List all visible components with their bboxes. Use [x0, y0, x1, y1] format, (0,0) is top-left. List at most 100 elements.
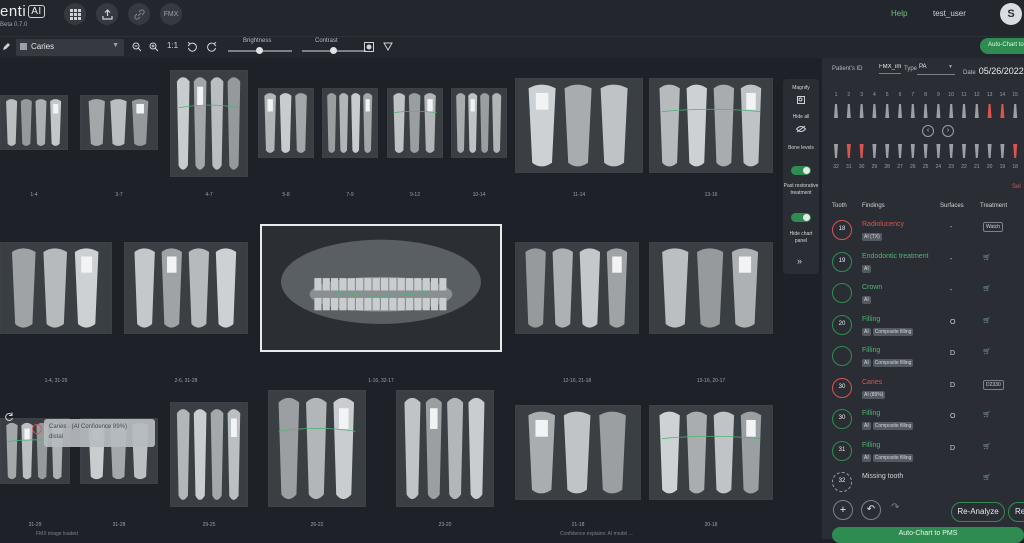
select-link[interactable]: Sel: [1012, 184, 1021, 190]
tooth-number[interactable]: 15: [1009, 92, 1021, 98]
xray-image[interactable]: [387, 88, 443, 158]
brightness-knob[interactable]: [256, 47, 263, 54]
treatment-code[interactable]: D2330: [983, 379, 1004, 390]
tooth-circle[interactable]: 31: [832, 440, 852, 461]
reanalyze-button[interactable]: Re-Analyze: [951, 502, 1005, 522]
finding-filter-select[interactable]: Caries ▼: [16, 39, 124, 56]
treatment-cart-icon[interactable]: 🛒: [983, 443, 990, 450]
lower-teeth-diagram[interactable]: [830, 140, 1024, 160]
redo-icon[interactable]: ↷: [891, 502, 899, 513]
tooth-number[interactable]: 1: [830, 92, 842, 98]
treatment-cart-icon[interactable]: 🛒: [983, 285, 990, 292]
tooth-number[interactable]: 13: [984, 92, 996, 98]
zoom-reset-button[interactable]: 1:1: [167, 41, 178, 50]
next-arch-button[interactable]: ›: [942, 125, 954, 137]
fmx-button[interactable]: FMX: [160, 3, 182, 25]
tooth-circle[interactable]: 32: [832, 472, 852, 492]
eye-off-icon[interactable]: [796, 125, 806, 133]
tooth-number[interactable]: 6: [894, 92, 906, 98]
xray-image[interactable]: [451, 88, 507, 158]
auto-chart-pms-button[interactable]: Auto-Chart to PMS: [832, 527, 1024, 543]
tooth-number[interactable]: 14: [996, 92, 1008, 98]
tooth-number[interactable]: 28: [881, 164, 893, 170]
tooth-circle[interactable]: 18: [832, 220, 852, 240]
contrast-knob[interactable]: [330, 47, 337, 54]
tooth-number[interactable]: 27: [894, 164, 906, 170]
filter-icon[interactable]: [383, 42, 393, 52]
zoom-out-icon[interactable]: [132, 42, 142, 52]
link-button[interactable]: [128, 3, 150, 25]
finding-row[interactable]: 20 Filling AI Composite filling O 🛒: [822, 311, 1024, 343]
xray-image[interactable]: [322, 88, 378, 158]
xray-image[interactable]: [649, 78, 773, 173]
tooth-number[interactable]: 20: [984, 164, 996, 170]
username[interactable]: test_user: [933, 9, 966, 18]
tooth-number[interactable]: 18: [1009, 164, 1021, 170]
finding-row[interactable]: Crown AI - 🛒: [822, 279, 1024, 311]
auto-chart-top-button[interactable]: Auto-Chart to: [980, 38, 1024, 54]
tooth-number[interactable]: 30: [856, 164, 868, 170]
bone-levels-toggle[interactable]: [791, 166, 811, 175]
tooth-number[interactable]: 22: [958, 164, 970, 170]
tooth-number[interactable]: 29: [868, 164, 880, 170]
xray-image[interactable]: [170, 402, 248, 507]
treatment-cart-icon[interactable]: 🛒: [983, 254, 990, 261]
tooth-number[interactable]: 8: [920, 92, 932, 98]
re-button[interactable]: Re: [1008, 502, 1024, 522]
finding-row[interactable]: 19 Endodontic treatment AI - 🛒: [822, 248, 1024, 280]
xray-image[interactable]: [515, 242, 639, 334]
tooth-number[interactable]: 5: [881, 92, 893, 98]
undo-button[interactable]: ↶: [861, 500, 881, 520]
tooth-number[interactable]: 2: [843, 92, 855, 98]
tooth-number[interactable]: 26: [907, 164, 919, 170]
upper-teeth-diagram[interactable]: [830, 102, 1024, 122]
treatment-cart-icon[interactable]: 🛒: [983, 411, 990, 418]
xray-image[interactable]: [515, 405, 641, 500]
finding-row[interactable]: 30 Caries AI (89%) D D2330: [822, 374, 1024, 406]
zoom-in-icon[interactable]: [149, 42, 159, 52]
prev-arch-button[interactable]: ‹: [922, 125, 934, 137]
tooth-number[interactable]: 12: [971, 92, 983, 98]
finding-row[interactable]: 31 Filling AI Composite filling D 🛒: [822, 437, 1024, 469]
tooth-number[interactable]: 19: [996, 164, 1008, 170]
xray-image[interactable]: [0, 242, 112, 334]
xray-image[interactable]: [268, 390, 366, 507]
patient-id-input[interactable]: FMX_imag: [879, 64, 901, 74]
xray-image[interactable]: [258, 88, 314, 158]
pencil-icon[interactable]: [2, 42, 11, 51]
caries-marker[interactable]: [32, 424, 42, 434]
tooth-number[interactable]: 9: [932, 92, 944, 98]
treatment-cart-icon[interactable]: 🛒: [983, 348, 990, 355]
tooth-number[interactable]: 4: [868, 92, 880, 98]
contrast-slider[interactable]: [302, 47, 366, 54]
tooth-number[interactable]: 25: [920, 164, 932, 170]
tooth-number[interactable]: 21: [971, 164, 983, 170]
tooth-number[interactable]: 24: [932, 164, 944, 170]
tooth-circle[interactable]: 30: [832, 409, 852, 429]
finding-row[interactable]: Filling AI Composite filling D 🛒: [822, 342, 1024, 374]
refresh-icon[interactable]: [4, 412, 14, 422]
tooth-number[interactable]: 32: [830, 164, 842, 170]
tooth-number[interactable]: 7: [907, 92, 919, 98]
upload-button[interactable]: [96, 3, 118, 25]
xray-image[interactable]: [396, 390, 494, 507]
tooth-number[interactable]: 31: [843, 164, 855, 170]
xray-image[interactable]: [0, 95, 68, 150]
brightness-slider[interactable]: [228, 47, 292, 54]
treatment-cart-icon[interactable]: 🛒: [983, 317, 990, 324]
add-finding-button[interactable]: +: [833, 500, 853, 520]
xray-image[interactable]: [80, 95, 158, 150]
date-field[interactable]: Date 05/26/2022: [963, 66, 1024, 76]
xray-image[interactable]: [124, 242, 248, 334]
type-select[interactable]: PA ▼: [917, 64, 955, 75]
xray-image[interactable]: [649, 405, 773, 500]
grid-view-button[interactable]: [64, 3, 86, 25]
help-link[interactable]: Help: [891, 9, 907, 18]
tooth-circle[interactable]: [832, 283, 852, 303]
treatment-code[interactable]: Watch: [983, 222, 1003, 232]
magnify-icon[interactable]: [797, 96, 805, 104]
tooth-circle[interactable]: 20: [832, 314, 852, 335]
xray-image[interactable]: [649, 242, 773, 334]
tooth-number[interactable]: 11: [958, 92, 970, 98]
collapse-chevron-icon[interactable]: »: [797, 256, 802, 266]
